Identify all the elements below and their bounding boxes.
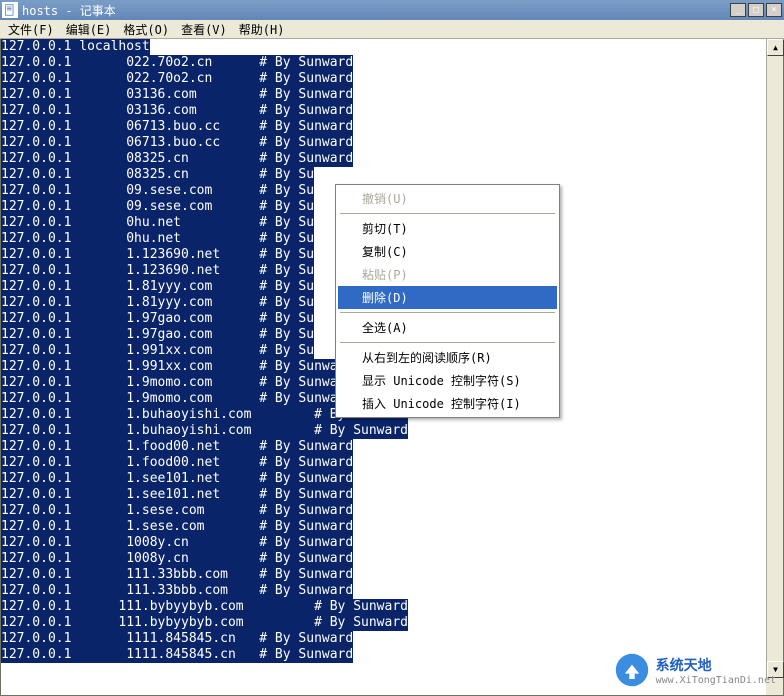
ctx-separator: [340, 342, 555, 343]
text-line: 127.0.0.1 111.33bbb.com # By Sunward: [1, 583, 783, 599]
window-title: hosts - 记事本: [22, 2, 730, 19]
text-line: 127.0.0.1 1.sese.com # By Sunward: [1, 519, 783, 535]
text-line: 127.0.0.1 1.food00.net # By Sunward: [1, 455, 783, 471]
ctx-undo[interactable]: 撤销(U): [338, 187, 557, 210]
notepad-icon: [2, 2, 18, 18]
text-line: 127.0.0.1 022.70o2.cn # By Sunward: [1, 55, 783, 71]
text-line: 127.0.0.1 08325.cn # By Sunward: [1, 151, 783, 167]
ctx-paste[interactable]: 粘贴(P): [338, 263, 557, 286]
ctx-cut[interactable]: 剪切(T): [338, 217, 557, 240]
watermark-logo-icon: [614, 652, 650, 688]
text-line: 127.0.0.1 111.33bbb.com # By Sunward: [1, 567, 783, 583]
ctx-separator: [340, 312, 555, 313]
titlebar: hosts - 记事本 _ □ ×: [0, 0, 784, 20]
ctx-select-all[interactable]: 全选(A): [338, 316, 557, 339]
vertical-scrollbar[interactable]: ▲ ▼: [766, 39, 783, 695]
ctx-insert-unicode[interactable]: 插入 Unicode 控制字符(I): [338, 392, 557, 415]
text-line: 127.0.0.1 1008y.cn # By Sunward: [1, 535, 783, 551]
menubar: 文件(F) 编辑(E) 格式(O) 查看(V) 帮助(H): [0, 20, 784, 39]
context-menu: 撤销(U) 剪切(T) 复制(C) 粘贴(P) 删除(D) 全选(A) 从右到左…: [335, 184, 560, 418]
ctx-separator: [340, 213, 555, 214]
text-line: 127.0.0.1 localhost: [1, 39, 783, 55]
text-line: 127.0.0.1 1.food00.net # By Sunward: [1, 439, 783, 455]
watermark-url: www.XiTongTianDi.net: [656, 675, 776, 686]
ctx-rtl[interactable]: 从右到左的阅读顺序(R): [338, 346, 557, 369]
menu-file[interactable]: 文件(F): [2, 19, 60, 40]
text-line: 127.0.0.1 03136.com # By Sunward: [1, 103, 783, 119]
text-line: 127.0.0.1 111.bybyybyb.com # By Sunward: [1, 599, 783, 615]
ctx-delete[interactable]: 删除(D): [338, 286, 557, 309]
watermark-brand: 系统天地: [656, 658, 712, 674]
menu-format[interactable]: 格式(O): [117, 19, 175, 40]
menu-view[interactable]: 查看(V): [175, 19, 233, 40]
ctx-show-unicode[interactable]: 显示 Unicode 控制字符(S): [338, 369, 557, 392]
window-controls: _ □ ×: [730, 3, 782, 17]
text-line: 127.0.0.1 022.70o2.cn # By Sunward: [1, 71, 783, 87]
watermark: 系统天地 www.XiTongTianDi.net: [614, 652, 776, 688]
maximize-button[interactable]: □: [748, 3, 764, 17]
text-line: 127.0.0.1 1.sese.com # By Sunward: [1, 503, 783, 519]
text-line: 127.0.0.1 111.bybyybyb.com # By Sunward: [1, 615, 783, 631]
text-line: 127.0.0.1 1.see101.net # By Sunward: [1, 487, 783, 503]
menu-help[interactable]: 帮助(H): [233, 19, 291, 40]
text-line: 127.0.0.1 06713.buo.cc # By Sunward: [1, 135, 783, 151]
close-button[interactable]: ×: [766, 3, 782, 17]
text-line: 127.0.0.1 1008y.cn # By Sunward: [1, 551, 783, 567]
ctx-copy[interactable]: 复制(C): [338, 240, 557, 263]
minimize-button[interactable]: _: [730, 3, 746, 17]
text-line: 127.0.0.1 1.buhaoyishi.com # By Sunward: [1, 423, 783, 439]
scroll-up-button[interactable]: ▲: [767, 39, 784, 56]
text-line: 127.0.0.1 06713.buo.cc # By Sunward: [1, 119, 783, 135]
text-line: 127.0.0.1 03136.com # By Sunward: [1, 87, 783, 103]
menu-edit[interactable]: 编辑(E): [60, 19, 118, 40]
text-line: 127.0.0.1 1.see101.net # By Sunward: [1, 471, 783, 487]
text-line: 127.0.0.1 1111.845845.cn # By Sunward: [1, 631, 783, 647]
text-line: 127.0.0.1 08325.cn # By Su: [1, 167, 783, 183]
